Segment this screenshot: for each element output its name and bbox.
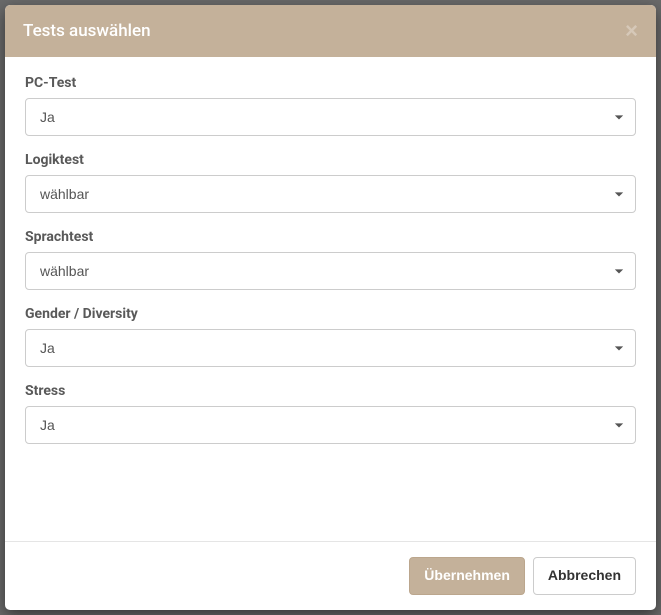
cancel-button[interactable]: Abbrechen — [533, 557, 636, 595]
sprachtest-select[interactable]: wählbar — [25, 252, 636, 290]
gender-diversity-select[interactable]: Ja — [25, 329, 636, 367]
stress-select[interactable]: Ja — [25, 406, 636, 444]
logiktest-select[interactable]: wählbar — [25, 175, 636, 213]
field-stress: Stress Ja — [25, 383, 636, 444]
sprachtest-label: Sprachtest — [25, 229, 636, 245]
field-logiktest: Logiktest wählbar — [25, 152, 636, 213]
field-pc-test: PC-Test Ja — [25, 75, 636, 136]
pc-test-select[interactable]: Ja — [25, 98, 636, 136]
field-gender-diversity: Gender / Diversity Ja — [25, 306, 636, 367]
modal-title: Tests auswählen — [23, 21, 151, 41]
stress-label: Stress — [25, 383, 636, 399]
modal-body: PC-Test Ja Logiktest wählbar Sprachtest … — [5, 57, 656, 541]
submit-button[interactable]: Übernehmen — [409, 557, 525, 595]
gender-diversity-label: Gender / Diversity — [25, 306, 636, 322]
logiktest-label: Logiktest — [25, 152, 636, 168]
pc-test-label: PC-Test — [25, 75, 636, 91]
modal-header: Tests auswählen × — [5, 5, 656, 57]
close-icon[interactable]: × — [625, 20, 638, 42]
field-sprachtest: Sprachtest wählbar — [25, 229, 636, 290]
modal-footer: Übernehmen Abbrechen — [5, 541, 656, 610]
tests-modal: Tests auswählen × PC-Test Ja Logiktest w… — [5, 5, 656, 610]
